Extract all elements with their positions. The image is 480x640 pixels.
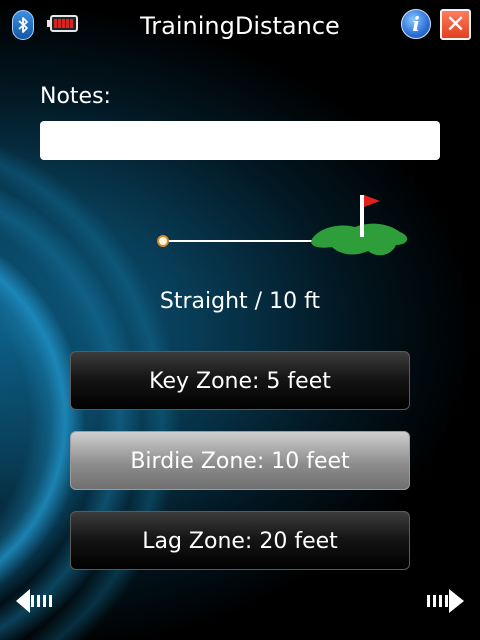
arrow-right-icon[interactable] [424, 588, 464, 614]
battery-level [54, 19, 74, 28]
page-title: TrainingDistance [140, 12, 340, 40]
flag-pole [360, 195, 364, 237]
bluetooth-icon[interactable] [12, 10, 34, 40]
ball-marker [157, 235, 169, 247]
battery-icon[interactable] [47, 15, 78, 32]
close-icon[interactable]: ✕ [440, 9, 471, 40]
green-shape [311, 223, 408, 256]
shot-result-label: Straight / 10 ft [159, 289, 321, 314]
arrow-left-icon[interactable] [16, 588, 56, 614]
flag-icon [364, 195, 380, 207]
top-bar: TrainingDistance i ✕ [0, 0, 480, 52]
lag-zone-button[interactable]: Lag Zone: 20 feet [70, 511, 410, 570]
info-icon[interactable]: i [401, 9, 431, 39]
notes-label: Notes: [40, 84, 111, 109]
key-zone-button[interactable]: Key Zone: 5 feet [70, 351, 410, 410]
birdie-zone-button[interactable]: Birdie Zone: 10 feet [70, 431, 410, 490]
notes-input[interactable] [40, 121, 440, 160]
shot-diagram [157, 195, 408, 256]
